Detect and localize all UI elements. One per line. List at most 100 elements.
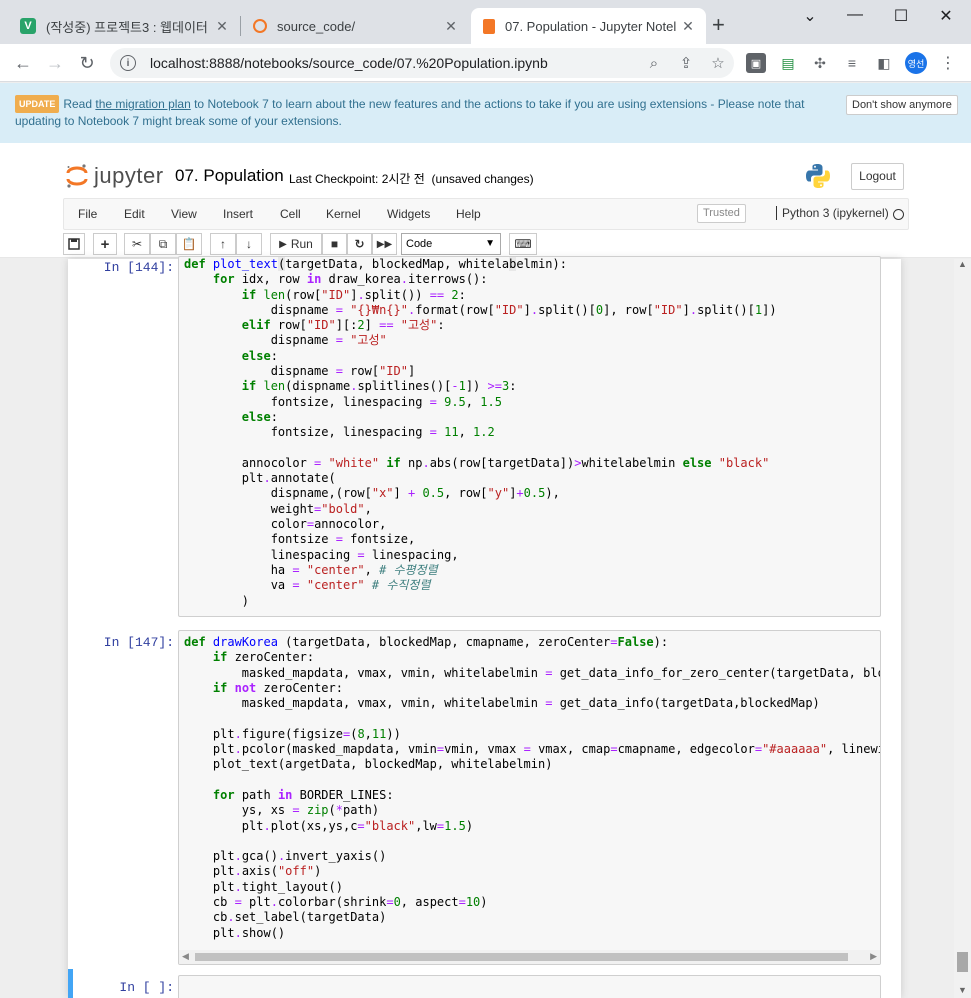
- notebook-toolbar: + ✂ ⧉ 📋 ↑ ↓ ▶ Run ■ ↻ ▶▶ Code ▼ ⌨: [63, 233, 909, 257]
- scroll-right-icon[interactable]: ▶: [870, 951, 877, 962]
- menu-edit[interactable]: Edit: [124, 207, 145, 221]
- paste-icon[interactable]: 📋: [176, 233, 202, 255]
- migration-plan-link[interactable]: the migration plan: [95, 97, 190, 111]
- menu-file[interactable]: File: [78, 207, 97, 221]
- menu-insert[interactable]: Insert: [223, 207, 253, 221]
- tab-population[interactable]: 07. Population - Jupyter Notel ✕: [471, 8, 706, 44]
- media-icon[interactable]: ≡: [842, 53, 862, 73]
- reload-icon[interactable]: ↻: [74, 51, 100, 75]
- close-icon[interactable]: ✕: [441, 18, 461, 35]
- menu-cell[interactable]: Cell: [280, 207, 301, 221]
- cell-prompt: In [147]:: [103, 635, 174, 650]
- tab-strip: V (작성중) 프로젝트3 : 웹데이터 ✕ source_code/ ✕ 07…: [0, 0, 971, 44]
- scroll-left-icon[interactable]: ◀: [182, 951, 189, 962]
- cell-prompt: In [ ]:: [119, 980, 174, 995]
- jupyter-logo-icon: [66, 164, 88, 188]
- maximize-icon[interactable]: ☐: [886, 6, 916, 26]
- code-cell-empty[interactable]: [178, 975, 881, 998]
- move-down-icon[interactable]: ↓: [236, 233, 262, 255]
- url-text[interactable]: localhost:8888/notebooks/source_code/07.…: [150, 55, 638, 71]
- save-icon[interactable]: [63, 233, 85, 255]
- run-label: Run: [290, 237, 313, 251]
- v-icon: V: [20, 18, 36, 34]
- info-icon[interactable]: i: [120, 55, 136, 71]
- jupyter-wordmark: jupyter: [94, 163, 164, 188]
- cell-prompt: In [144]:: [103, 260, 174, 275]
- python-logo-icon: [806, 164, 830, 188]
- code-editor[interactable]: def plot_text(targetData, blockedMap, wh…: [179, 257, 880, 609]
- stop-icon[interactable]: ■: [322, 233, 347, 255]
- run-button[interactable]: ▶ Run: [270, 233, 322, 255]
- menu-widgets[interactable]: Widgets: [387, 207, 430, 221]
- avatar[interactable]: 영선: [905, 52, 927, 74]
- restart-icon[interactable]: ↻: [347, 233, 372, 255]
- menu-help[interactable]: Help: [456, 207, 481, 221]
- tab-source-code[interactable]: source_code/ ✕: [241, 8, 469, 44]
- code-cell-plot-text[interactable]: def plot_text(targetData, blockedMap, wh…: [178, 256, 881, 617]
- cell-type-value: Code: [406, 238, 433, 250]
- fast-forward-icon[interactable]: ▶▶: [372, 233, 397, 255]
- tab-title: 07. Population - Jupyter Notel: [505, 18, 677, 34]
- minimize-icon[interactable]: —: [840, 6, 870, 24]
- new-tab-button[interactable]: +: [712, 14, 725, 36]
- forward-icon[interactable]: →: [42, 51, 68, 75]
- scrollbar-thumb[interactable]: [957, 952, 968, 972]
- menu-view[interactable]: View: [171, 207, 197, 221]
- update-badge: UPDATE: [15, 95, 60, 113]
- bookmark-star-icon[interactable]: ☆: [702, 54, 734, 72]
- move-up-icon[interactable]: ↑: [210, 233, 236, 255]
- side-panel-icon[interactable]: ◧: [874, 53, 894, 73]
- jupyter-header: jupyter 07. Population Last Checkpoint: …: [0, 143, 971, 258]
- trusted-indicator[interactable]: Trusted: [697, 204, 746, 223]
- menu-kernel[interactable]: Kernel: [326, 207, 361, 221]
- checkpoint-text: Last Checkpoint: 2시간 전: [289, 172, 425, 186]
- back-icon[interactable]: ←: [10, 51, 36, 75]
- cut-icon[interactable]: ✂: [124, 233, 150, 255]
- jupyter-logo[interactable]: jupyter: [66, 163, 164, 189]
- vertical-scrollbar[interactable]: ▲ ▼: [954, 259, 971, 998]
- scroll-down-icon[interactable]: ▼: [958, 985, 967, 995]
- kernel-idle-icon: [893, 209, 904, 220]
- horizontal-scrollbar[interactable]: ◀ ▶: [179, 950, 880, 964]
- extension-profile-icon[interactable]: ▣: [746, 53, 766, 73]
- dont-show-button[interactable]: Don't show anymore: [846, 95, 958, 115]
- scrollbar-thumb[interactable]: [195, 953, 848, 961]
- chevron-down-icon[interactable]: ⌄: [795, 6, 825, 26]
- code-cell-draw-korea[interactable]: def drawKorea (targetData, blockedMap, c…: [178, 630, 881, 965]
- browser-window: V (작성중) 프로젝트3 : 웹데이터 ✕ source_code/ ✕ 07…: [0, 0, 971, 998]
- add-cell-icon[interactable]: +: [93, 233, 117, 255]
- menu-bar: File Edit View Insert Cell Kernel Widget…: [63, 198, 909, 230]
- notebook-area: In [144]: def plot_text(targetData, bloc…: [0, 256, 954, 998]
- tab-project[interactable]: V (작성중) 프로젝트3 : 웹데이터 ✕: [8, 8, 240, 44]
- close-icon[interactable]: ✕: [678, 18, 698, 35]
- notebook-container: In [144]: def plot_text(targetData, bloc…: [68, 256, 901, 998]
- kebab-menu-icon[interactable]: ⋮: [938, 53, 958, 73]
- logout-button[interactable]: Logout: [851, 163, 904, 190]
- cell-type-select[interactable]: Code ▼: [401, 233, 501, 255]
- update-banner: UPDATE Read the migration plan to Noteboo…: [0, 83, 971, 143]
- banner-text-before: Read: [63, 97, 96, 111]
- banner-text: UPDATE Read the migration plan to Noteboo…: [15, 95, 840, 129]
- play-icon: ▶: [279, 238, 287, 250]
- kernel-name[interactable]: Python 3 (ipykernel): [776, 206, 889, 220]
- copy-icon[interactable]: ⧉: [150, 233, 176, 255]
- unsaved-text: (unsaved changes): [431, 172, 534, 186]
- tab-title: source_code/: [277, 18, 356, 34]
- checkpoint-status: Last Checkpoint: 2시간 전 (unsaved changes): [289, 170, 534, 187]
- share-icon[interactable]: ⇪: [670, 54, 702, 72]
- scroll-up-icon[interactable]: ▲: [958, 259, 967, 269]
- notebook-name[interactable]: 07. Population: [175, 166, 284, 186]
- tab-title: (작성중) 프로젝트3 : 웹데이터: [46, 19, 208, 35]
- close-icon[interactable]: ✕: [212, 18, 232, 35]
- extension-green-icon[interactable]: ▤: [778, 53, 798, 73]
- browser-toolbar: ← → ↻ i localhost:8888/notebooks/source_…: [0, 44, 971, 82]
- keyboard-icon[interactable]: ⌨: [509, 233, 537, 255]
- window-close-icon[interactable]: ✕: [931, 6, 961, 26]
- chevron-down-icon: ▼: [485, 238, 495, 249]
- notebook-icon: [483, 18, 495, 34]
- zoom-icon[interactable]: ⌕: [638, 55, 670, 72]
- puzzle-icon[interactable]: ✣: [810, 53, 830, 73]
- address-bar[interactable]: i localhost:8888/notebooks/source_code/0…: [110, 48, 734, 78]
- jupyter-icon: [253, 19, 267, 33]
- code-editor[interactable]: def drawKorea (targetData, blockedMap, c…: [179, 631, 880, 941]
